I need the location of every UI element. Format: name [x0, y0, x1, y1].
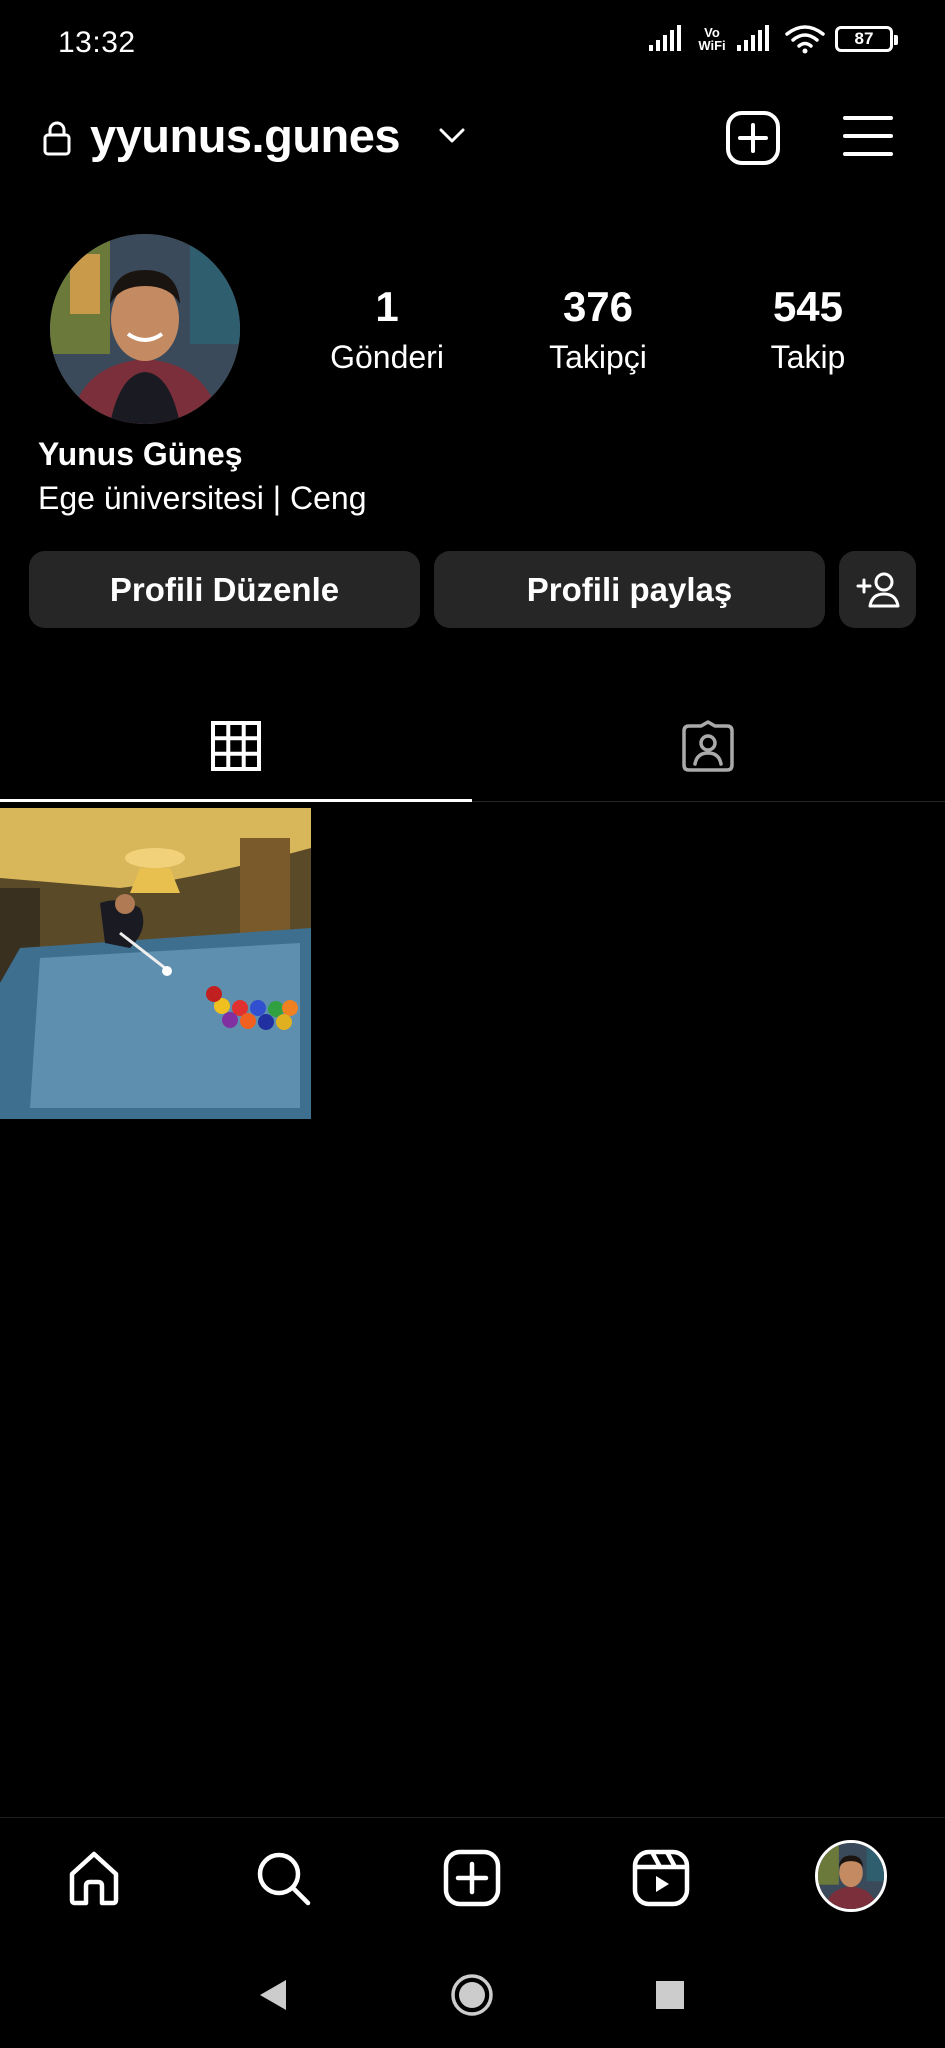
reels-icon [632, 1849, 690, 1907]
tab-posts-grid[interactable] [0, 690, 472, 802]
search-icon [257, 1852, 311, 1906]
menu-icon[interactable] [842, 112, 894, 160]
discover-people-button[interactable] [839, 551, 916, 628]
bottom-navigation [0, 1817, 945, 1937]
nav-profile[interactable] [815, 1840, 887, 1912]
home-icon [69, 1851, 119, 1906]
status-time: 13:32 [58, 26, 136, 59]
stat-following-value: 545 [772, 283, 844, 330]
signal-icon [737, 25, 769, 51]
stat-followers-label: Takipçi [549, 339, 647, 375]
tagged-person-icon [682, 720, 734, 772]
nav-home[interactable] [60, 1844, 128, 1912]
lock-icon [43, 121, 71, 156]
bio-text: Ege üniversitesi | Ceng [38, 480, 367, 516]
active-tab-indicator [0, 799, 472, 802]
system-navigation [0, 1937, 945, 2048]
vowifi-icon: Vo WiFi [697, 26, 727, 52]
battery-icon: 87 [835, 26, 898, 52]
profile-avatar[interactable] [50, 234, 240, 424]
status-bar: 13:32 Vo WiFi 87 [0, 0, 945, 88]
back-icon [260, 1980, 286, 2010]
wifi-icon [785, 25, 825, 54]
stat-followers-value: 376 [562, 283, 634, 330]
grid-icon [211, 721, 261, 771]
add-person-icon [856, 572, 899, 607]
recents-icon [656, 1981, 684, 2009]
system-back-button[interactable] [251, 1973, 295, 2017]
profile-avatar-small [815, 1840, 887, 1912]
profile-header: yyunus.gunes [0, 100, 945, 176]
create-icon [443, 1849, 501, 1907]
username[interactable]: yyunus.gunes [90, 108, 401, 163]
nav-create[interactable] [438, 1844, 506, 1912]
stat-posts-label: Gönderi [330, 339, 444, 375]
chevron-down-icon[interactable] [438, 126, 466, 146]
home-circle-icon [451, 1974, 493, 2016]
stat-following[interactable]: 545 Takip [723, 282, 893, 378]
tab-tagged[interactable] [472, 690, 944, 802]
signal-icon [649, 25, 681, 51]
stat-followers[interactable]: 376 Takipçi [513, 282, 683, 378]
stat-posts-value: 1 [375, 283, 399, 330]
vowifi-bottom-label: WiFi [698, 38, 726, 53]
profile-tabs [0, 690, 945, 802]
system-home-button[interactable] [450, 1973, 494, 2017]
display-name: Yunus Güneş [38, 436, 243, 472]
stat-following-label: Takip [770, 339, 846, 375]
system-recents-button[interactable] [648, 1973, 692, 2017]
status-icons: Vo WiFi 87 [649, 24, 898, 54]
share-profile-button[interactable]: Profili paylaş [434, 551, 825, 628]
stat-posts[interactable]: 1 Gönderi [302, 282, 472, 378]
post-thumbnail[interactable] [0, 808, 311, 1119]
nav-reels[interactable] [627, 1844, 695, 1912]
new-post-icon[interactable] [725, 110, 781, 166]
nav-search[interactable] [249, 1844, 317, 1912]
edit-profile-button[interactable]: Profili Düzenle [29, 551, 420, 628]
